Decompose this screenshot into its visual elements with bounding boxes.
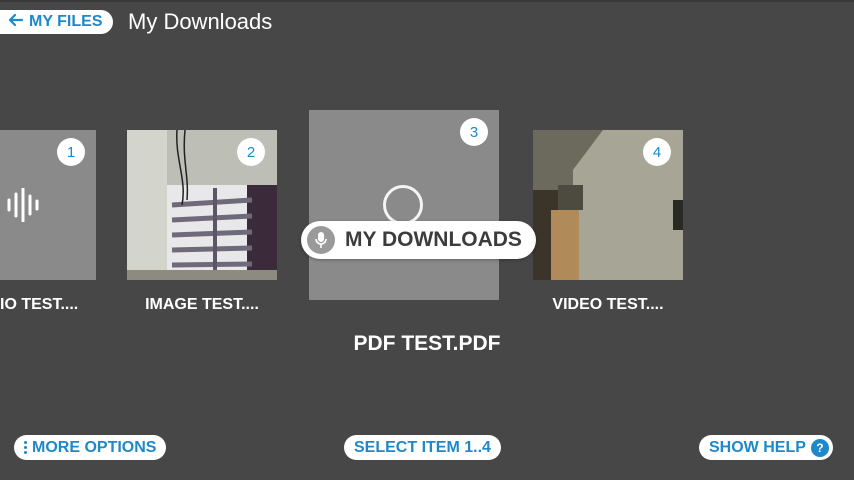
tile-number-badge: 4	[643, 138, 671, 166]
tile-caption: VIDEO TEST....	[552, 296, 664, 313]
tile-number-badge: 3	[460, 118, 488, 146]
select-item-label: SELECT ITEM 1..4	[354, 438, 491, 456]
arrow-left-icon	[8, 12, 24, 33]
file-tile-audio[interactable]: 1	[0, 130, 96, 280]
help-icon: ?	[810, 438, 829, 457]
voice-command-overlay: MY DOWNLOADS	[301, 221, 536, 259]
more-options-label: MORE OPTIONS	[32, 438, 157, 456]
tile-caption: IMAGE TEST....	[145, 296, 259, 313]
tile-number-badge: 2	[237, 138, 265, 166]
file-tile-video[interactable]: 4	[533, 130, 683, 280]
select-item-button[interactable]: SELECT ITEM 1..4	[344, 435, 501, 460]
show-help-label: SHOW HELP	[709, 438, 806, 456]
back-label: MY FILES	[29, 13, 103, 30]
focused-file-name: PDF TEST.PDF	[353, 332, 501, 355]
audio-waveform-icon	[5, 187, 41, 227]
more-options-button[interactable]: MORE OPTIONS	[14, 435, 167, 460]
page-title: My Downloads	[128, 9, 273, 34]
more-vertical-icon	[24, 441, 27, 454]
show-help-button[interactable]: SHOW HELP ?	[699, 435, 833, 460]
microphone-icon	[307, 226, 335, 254]
top-divider	[0, 0, 854, 2]
file-tile-image[interactable]: 2	[127, 130, 277, 280]
voice-overlay-label: MY DOWNLOADS	[345, 228, 522, 251]
tile-number-badge: 1	[57, 138, 85, 166]
back-to-my-files-button[interactable]: MY FILES	[0, 10, 113, 34]
loading-spinner-icon	[383, 185, 423, 225]
tile-caption: IO TEST....	[0, 296, 79, 313]
